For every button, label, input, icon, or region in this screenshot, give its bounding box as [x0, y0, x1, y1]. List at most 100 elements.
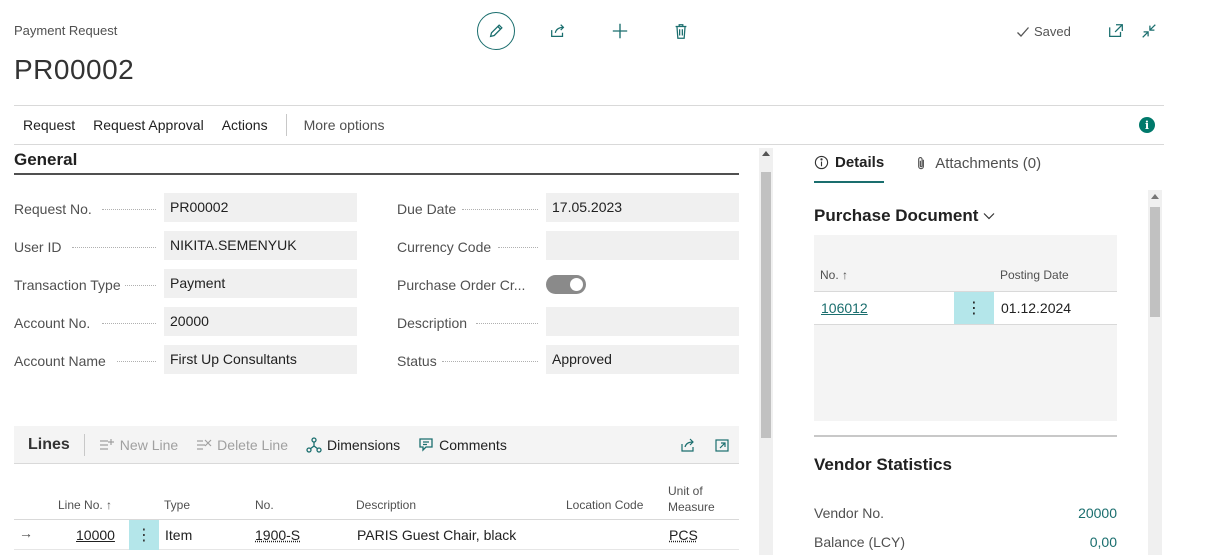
comments-icon	[419, 437, 433, 452]
action-bar-divider	[285, 114, 287, 136]
description-field[interactable]	[546, 307, 739, 336]
dimensions-label: Dimensions	[327, 436, 401, 453]
field-leader	[476, 323, 538, 324]
cell-description[interactable]: PARIS Guest Chair, black	[357, 527, 516, 543]
tab-details[interactable]: Details	[814, 154, 885, 183]
collapse-button[interactable]	[1134, 16, 1164, 46]
status-field[interactable]: Approved	[546, 345, 739, 374]
cell-line-no[interactable]: 10000	[76, 527, 115, 543]
delete-button[interactable]	[666, 16, 696, 46]
delete-line-button[interactable]: Delete Line	[196, 437, 288, 453]
new-line-button[interactable]: New Line	[99, 437, 178, 453]
tab-attachments[interactable]: Attachments (0)	[914, 154, 1041, 183]
purchase-document-list: No. ↑ Posting Date 106012 ⋮ 01.12.2024	[814, 235, 1117, 421]
lines-share-button[interactable]	[680, 437, 696, 453]
lines-divider	[83, 433, 85, 456]
lines-grid-header: Line No. ↑ Type No. Description Location…	[14, 464, 739, 520]
page-title: PR00002	[14, 54, 135, 85]
plus-icon	[612, 23, 628, 39]
check-icon	[1017, 26, 1029, 37]
vs-value-vendor-no[interactable]: 20000	[1078, 505, 1117, 521]
open-new-window-button[interactable]	[1101, 16, 1131, 46]
menu-more-options[interactable]: More options	[304, 117, 385, 133]
new-line-icon	[99, 438, 114, 450]
pd-cell-posting-date: 01.12.2024	[1001, 300, 1072, 316]
new-button[interactable]	[605, 16, 635, 46]
purchase-document-title[interactable]: Purchase Document	[814, 206, 996, 226]
menu-actions[interactable]: Actions	[222, 117, 268, 133]
field-leader	[498, 247, 538, 248]
info-icon[interactable]: i	[1139, 117, 1155, 133]
open-new-window-icon	[1109, 24, 1123, 38]
lines-title[interactable]: Lines	[28, 436, 70, 454]
field-label-request-no: Request No.	[14, 201, 92, 217]
lines-toolbar: Lines New Line Delete Line Dimensions Co…	[14, 426, 739, 464]
col-line-no[interactable]: Line No. ↑	[58, 498, 112, 512]
vendor-statistics-divider	[814, 435, 1117, 437]
tab-details-label: Details	[835, 154, 885, 171]
scroll-up-arrow-icon[interactable]	[1151, 194, 1159, 199]
list-item[interactable]: 106012 ⋮ 01.12.2024	[814, 292, 1117, 324]
purchase-document-label: Purchase Document	[814, 206, 979, 225]
row-menu-button[interactable]: ⋮	[129, 520, 159, 550]
field-label-status: Status	[397, 353, 437, 369]
dimensions-button[interactable]: Dimensions	[306, 437, 400, 453]
expand-icon	[715, 438, 729, 452]
field-leader	[442, 361, 538, 362]
due-date-field[interactable]: 17.05.2023	[546, 193, 739, 222]
tab-attachments-label: Attachments (0)	[935, 155, 1042, 172]
factbox-scrollbar[interactable]	[1148, 190, 1162, 555]
account-no-field[interactable]: 20000	[164, 307, 357, 336]
field-label-currency-code: Currency Code	[397, 239, 492, 255]
lines-expand-button[interactable]	[714, 437, 730, 453]
scrollbar-thumb[interactable]	[761, 172, 771, 438]
cell-unit-of-measure[interactable]: PCS	[669, 527, 698, 543]
share-button[interactable]	[543, 16, 573, 46]
chevron-down-icon	[983, 213, 995, 220]
field-label-transaction-type: Transaction Type	[14, 277, 121, 293]
edit-button[interactable]	[477, 12, 515, 50]
share-icon	[551, 24, 565, 38]
field-leader	[462, 209, 538, 210]
cell-no[interactable]: 1900-S	[255, 527, 300, 543]
vs-label-vendor-no: Vendor No.	[814, 505, 885, 521]
info-outline-icon	[814, 155, 829, 170]
share-icon	[681, 438, 694, 452]
vs-value-balance-lcy[interactable]: 0,00	[1090, 534, 1117, 550]
col-unit-of-measure-line1[interactable]: Unit of	[668, 484, 703, 498]
row-arrow-icon: →	[19, 525, 33, 541]
field-leader	[125, 285, 156, 286]
transaction-type-field[interactable]: Payment	[164, 269, 357, 298]
currency-code-field[interactable]	[546, 231, 739, 260]
field-label-account-name: Account Name	[14, 353, 106, 369]
cell-type[interactable]: Item	[165, 527, 192, 543]
collapse-icon	[1142, 24, 1156, 38]
account-name-field[interactable]: First Up Consultants	[164, 345, 357, 374]
col-location-code[interactable]: Location Code	[566, 498, 643, 512]
pd-row-menu-button[interactable]: ⋮	[954, 292, 994, 324]
field-leader	[102, 323, 156, 324]
vendor-statistics-title[interactable]: Vendor Statistics	[814, 455, 952, 475]
col-no[interactable]: No.	[255, 498, 274, 512]
pd-cell-no[interactable]: 106012	[821, 300, 868, 316]
main-scrollbar[interactable]	[759, 148, 773, 555]
menu-request-approval[interactable]: Request Approval	[93, 117, 204, 133]
purchase-order-created-toggle[interactable]	[546, 275, 586, 294]
scroll-up-arrow-icon[interactable]	[762, 151, 770, 156]
general-section-rule	[14, 173, 739, 175]
col-pd-posting-date[interactable]: Posting Date	[1000, 268, 1069, 282]
col-description[interactable]: Description	[356, 498, 416, 512]
menu-request[interactable]: Request	[23, 117, 75, 133]
table-row[interactable]: → 10000 ⋮ Item 1900-S PARIS Guest Chair,…	[14, 520, 739, 550]
col-unit-of-measure-line2[interactable]: Measure	[668, 500, 715, 514]
field-label-purchase-order-created: Purchase Order Cr...	[397, 277, 526, 293]
col-pd-no[interactable]: No. ↑	[820, 268, 848, 282]
general-section-title[interactable]: General	[14, 150, 77, 170]
col-type[interactable]: Type	[164, 498, 190, 512]
request-no-field[interactable]: PR00002	[164, 193, 357, 222]
comments-button[interactable]: Comments	[418, 437, 507, 453]
field-label-due-date: Due Date	[397, 201, 457, 217]
saved-status: Saved	[1016, 24, 1071, 39]
scrollbar-thumb[interactable]	[1150, 207, 1160, 317]
user-id-field[interactable]: NIKITA.SEMENYUK	[164, 231, 357, 260]
